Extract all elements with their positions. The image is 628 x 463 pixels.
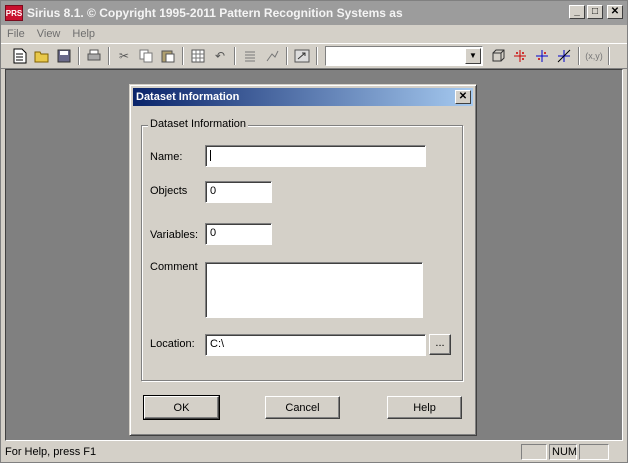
- list-icon[interactable]: [239, 46, 261, 66]
- toolbar-separator: [182, 47, 184, 65]
- variables-input[interactable]: 0: [205, 223, 272, 245]
- title-bar[interactable]: PRS Sirius 8.1. © Copyright 1995-2011 Pa…: [1, 1, 627, 25]
- name-label: Name:: [150, 151, 183, 163]
- group-label: Dataset Information: [148, 118, 248, 130]
- toolbar-dropdown[interactable]: ▼: [325, 46, 483, 66]
- plot-icon[interactable]: [261, 46, 283, 66]
- cancel-button[interactable]: Cancel: [265, 396, 340, 419]
- print-icon[interactable]: [83, 46, 105, 66]
- toolbar-separator: [78, 47, 80, 65]
- location-label: Location:: [150, 338, 195, 350]
- app-icon: PRS: [5, 5, 23, 21]
- minimize-button[interactable]: _: [569, 5, 585, 19]
- table-icon[interactable]: [187, 46, 209, 66]
- toolbar-separator: [234, 47, 236, 65]
- save-icon[interactable]: [53, 46, 75, 66]
- num-lock-indicator: NUM: [549, 444, 577, 460]
- help-button[interactable]: Help: [387, 396, 462, 419]
- toolbar-separator: [578, 47, 580, 65]
- dialog-title-bar[interactable]: Dataset Information ✕: [133, 88, 473, 106]
- menu-bar: File View Help: [1, 25, 627, 43]
- window-controls: _ □ ✕: [569, 5, 623, 19]
- maximize-button[interactable]: □: [587, 5, 603, 19]
- coordinates-button[interactable]: (x,y): [583, 46, 605, 66]
- scatter-blue-icon[interactable]: [531, 46, 553, 66]
- toolbar-separator: [286, 47, 288, 65]
- objects-label: Objects: [150, 185, 188, 197]
- cube-icon[interactable]: [487, 46, 509, 66]
- objects-input[interactable]: 0: [205, 181, 272, 203]
- chevron-down-icon[interactable]: ▼: [465, 48, 481, 64]
- menu-view[interactable]: View: [31, 28, 67, 40]
- text-caret: [210, 149, 211, 161]
- cut-icon[interactable]: ✂: [113, 46, 135, 66]
- browse-button[interactable]: ...: [429, 334, 451, 355]
- paste-icon[interactable]: [157, 46, 179, 66]
- window-title: Sirius 8.1. © Copyright 1995-2011 Patter…: [27, 6, 403, 20]
- location-input[interactable]: C:\: [205, 334, 426, 356]
- undo-icon[interactable]: ↶: [209, 46, 231, 66]
- comment-textarea[interactable]: [205, 262, 423, 318]
- regression-icon[interactable]: [553, 46, 575, 66]
- resize-grip-icon[interactable]: [611, 444, 625, 460]
- menu-file[interactable]: File: [1, 28, 31, 40]
- status-pane-empty: [579, 444, 609, 460]
- copy-icon[interactable]: [135, 46, 157, 66]
- toolbar-separator: [108, 47, 110, 65]
- scatter-red-icon[interactable]: [509, 46, 531, 66]
- variables-label: Variables:: [150, 229, 199, 241]
- dataset-info-dialog: Dataset Information ✕ Dataset Informatio…: [129, 84, 477, 436]
- dialog-close-button[interactable]: ✕: [455, 90, 471, 104]
- toolbar-separator: [316, 47, 318, 65]
- new-file-icon[interactable]: [9, 46, 31, 66]
- name-input[interactable]: [205, 145, 426, 167]
- dialog-title: Dataset Information: [136, 91, 240, 103]
- app-window: PRS Sirius 8.1. © Copyright 1995-2011 Pa…: [0, 0, 628, 463]
- toolbar-separator: [608, 47, 610, 65]
- ok-button[interactable]: OK: [143, 395, 220, 420]
- menu-help[interactable]: Help: [66, 28, 101, 40]
- export-icon[interactable]: [291, 46, 313, 66]
- status-text: For Help, press F1: [5, 446, 97, 458]
- status-bar: For Help, press F1 NUM: [1, 442, 627, 462]
- toolbar: ✂ ↶ ▼ (x,y): [1, 43, 627, 69]
- comment-label: Comment: [150, 261, 198, 273]
- close-button[interactable]: ✕: [607, 5, 623, 19]
- status-pane-empty: [521, 444, 547, 460]
- open-folder-icon[interactable]: [31, 46, 53, 66]
